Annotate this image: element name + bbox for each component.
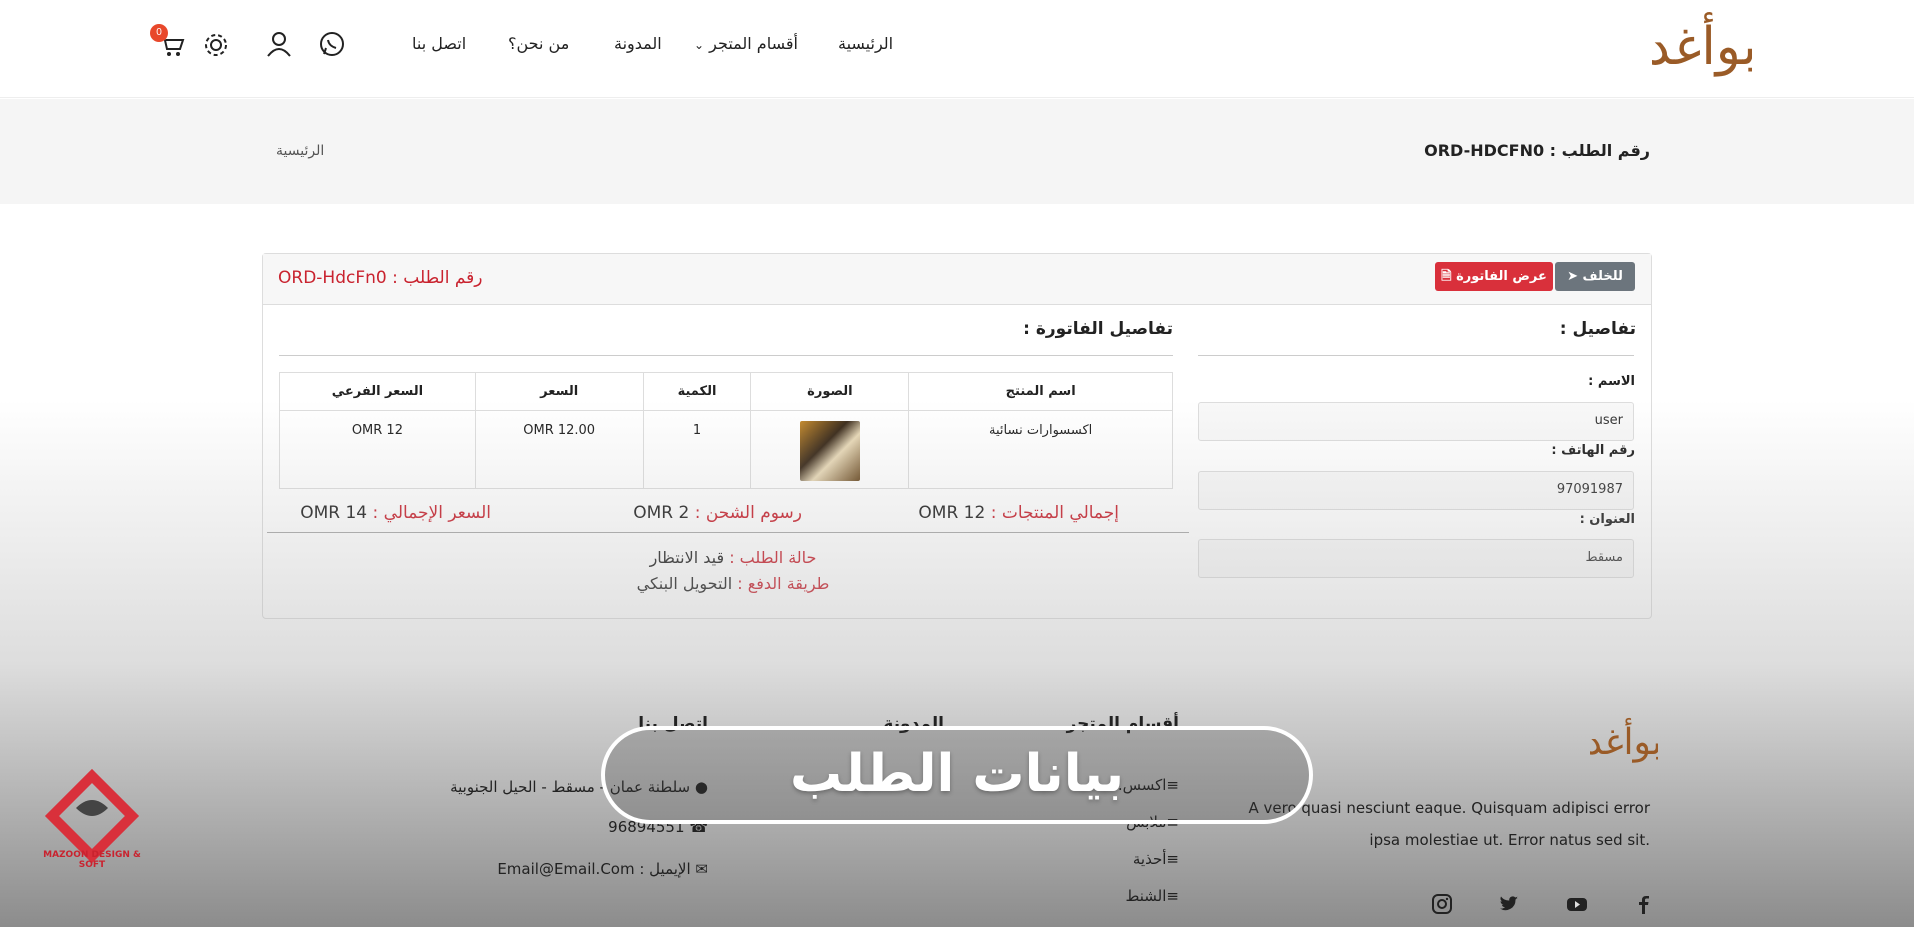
file-icon: 🗎 — [1441, 269, 1452, 284]
whatsapp-icon[interactable] — [318, 30, 346, 58]
footer-email[interactable]: ✉ الإيميل : Email@Email.Com — [497, 860, 708, 878]
watermark-text: MAZOON DESIGN & SOFT — [43, 850, 141, 870]
name-field[interactable]: user — [1198, 402, 1634, 441]
invoice-table: اسم المنتج الصورة الكمية السعر السعر الف… — [279, 372, 1173, 489]
brand-logo[interactable]: بوأغد — [1652, 6, 1752, 90]
divider — [1198, 355, 1634, 356]
nav-home[interactable]: الرئيسية — [838, 34, 893, 53]
address-field[interactable]: مسقط — [1198, 539, 1634, 578]
footer-store-item[interactable]: ≡أحذية — [1133, 850, 1179, 868]
cell-image — [750, 410, 910, 489]
details-title: تفاصيل : — [1559, 319, 1636, 339]
payment-method-label: طريقة الدفع : — [737, 574, 830, 593]
order-status-label: حالة الطلب : — [729, 548, 817, 567]
payment-method: طريقة الدفع : التحويل البنكي — [533, 574, 933, 593]
breadcrumb-home-link[interactable]: الرئيسية — [276, 143, 324, 159]
invoice-title: تفاصيل الفاتورة : — [1023, 319, 1173, 339]
payment-method-value: التحويل البنكي — [636, 574, 733, 593]
cell-quantity: 1 — [642, 410, 752, 489]
cart-count-badge: 0 — [150, 24, 168, 42]
nav-contact[interactable]: اتصل بنا — [412, 34, 466, 53]
view-invoice-button[interactable]: 🗎 عرض الفاتورة — [1435, 262, 1553, 291]
back-button[interactable]: ➤ للخلف — [1555, 262, 1635, 291]
svg-text:بوأغد: بوأغد — [1652, 12, 1752, 77]
order-status-value: قيد الانتظار — [649, 548, 725, 567]
order-card-header: رقم الطلب : ORD-HdcFn0 🗎 عرض الفاتورة ➤ … — [263, 254, 1651, 305]
cell-product-name: اكسسوارات نسائية — [908, 410, 1173, 489]
site-header: بوأغد الرئيسية ⌄ أقسام المتجر المدونة من… — [0, 0, 1914, 98]
instagram-icon[interactable] — [1431, 893, 1453, 915]
divider — [267, 532, 1189, 533]
phone-field[interactable]: 97091987 — [1198, 471, 1634, 510]
user-icon[interactable] — [265, 30, 293, 58]
caption-text: بيانات الطلب — [790, 744, 1124, 804]
col-quantity: الكمية — [642, 372, 752, 411]
products-total-label: إجمالي المنتجات : — [990, 503, 1119, 523]
back-label: للخلف — [1582, 269, 1623, 284]
page-title: رقم الطلب : ORD-HDCFN0 — [1424, 141, 1650, 160]
phone-label: رقم الهاتف : — [1551, 443, 1635, 458]
address-label: العنوان : — [1579, 512, 1635, 527]
facebook-icon[interactable] — [1632, 893, 1654, 915]
grand-total: السعر الإجمالي : OMR 14 — [300, 503, 491, 523]
nav-blog[interactable]: المدونة — [614, 34, 662, 53]
envelope-icon: ✉ — [695, 860, 708, 878]
table-header-row: اسم المنتج الصورة الكمية السعر السعر الف… — [279, 372, 1173, 411]
order-status: حالة الطلب : قيد الانتظار — [533, 548, 933, 567]
footer-store-item[interactable]: ≡الشنط — [1126, 887, 1179, 905]
col-price: السعر — [474, 372, 644, 411]
col-image: الصورة — [750, 372, 910, 411]
cell-price: OMR 12.00 — [474, 410, 644, 489]
col-product-name: اسم المنتج — [908, 372, 1173, 411]
products-total-value: OMR 12 — [918, 503, 986, 523]
twitter-icon[interactable] — [1498, 893, 1520, 915]
video-caption-overlay: بيانات الطلب — [601, 726, 1313, 824]
shipping-fee: رسوم الشحن : OMR 2 — [633, 503, 802, 523]
nav-about[interactable]: من نحن؟ — [508, 34, 569, 53]
grand-total-value: OMR 14 — [300, 503, 368, 523]
products-total: إجمالي المنتجات : OMR 12 — [918, 503, 1119, 523]
divider — [279, 355, 1173, 356]
shipping-fee-value: OMR 2 — [633, 503, 690, 523]
order-card: رقم الطلب : ORD-HdcFn0 🗎 عرض الفاتورة ➤ … — [262, 253, 1652, 619]
chevron-down-icon: ⌄ — [694, 38, 705, 52]
name-label: الاسم : — [1588, 374, 1635, 389]
nav-store[interactable]: ⌄ أقسام المتجر — [690, 34, 798, 53]
col-subtotal: السعر الفرعي — [279, 372, 476, 411]
product-thumbnail[interactable] — [799, 421, 860, 481]
table-row: اكسسوارات نسائية 1 OMR 12.00 OMR 12 — [279, 410, 1173, 489]
cell-subtotal: OMR 12 — [279, 410, 476, 489]
breadcrumb: رقم الطلب : ORD-HDCFN0 الرئيسية — [0, 99, 1914, 204]
arrow-circle-icon: ➤ — [1567, 269, 1578, 284]
shipping-fee-label: رسوم الشحن : — [694, 503, 802, 523]
youtube-icon[interactable] — [1566, 893, 1588, 915]
settings-icon[interactable] — [202, 31, 230, 59]
footer-logo[interactable]: بوأغد — [1590, 712, 1658, 770]
nav-store-label: أقسام المتجر — [709, 34, 798, 53]
grand-total-label: السعر الإجمالي : — [372, 503, 491, 523]
view-invoice-label: عرض الفاتورة — [1456, 269, 1547, 284]
order-number: رقم الطلب : ORD-HdcFn0 — [278, 268, 483, 288]
svg-text:بوأغد: بوأغد — [1590, 717, 1658, 763]
